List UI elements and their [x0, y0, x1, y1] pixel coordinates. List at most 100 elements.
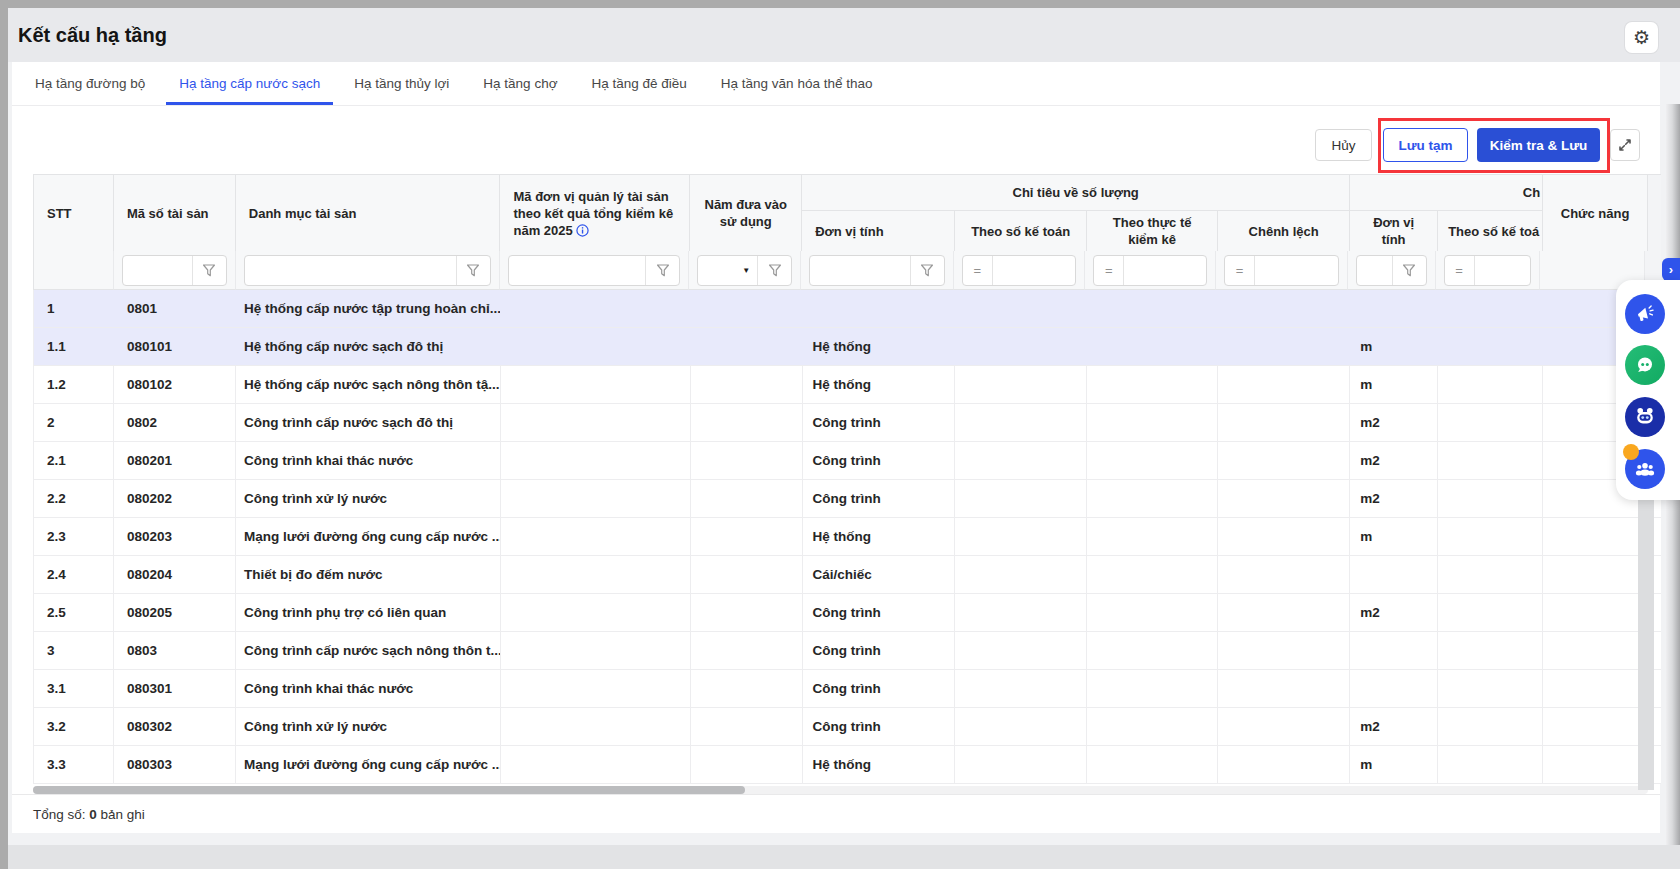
cell-unit — [803, 290, 956, 327]
cell-11 — [1543, 632, 1648, 669]
assistant-button[interactable] — [1625, 397, 1665, 437]
cell-name: Công trình xử lý nước — [236, 480, 501, 517]
cell-7 — [1087, 404, 1218, 441]
cell-7 — [1087, 480, 1218, 517]
cell-10 — [1438, 404, 1543, 441]
filter-button-9[interactable] — [1392, 256, 1426, 285]
filter-button-5[interactable] — [910, 256, 944, 285]
table-row[interactable]: 10801Hệ thống cấp nước tập trung hoàn ch… — [33, 290, 1661, 328]
table-row[interactable]: 30803Công trình cấp nước sạch nông thôn … — [33, 632, 1661, 670]
cell-unit2: m — [1350, 366, 1438, 403]
cell-8 — [1218, 670, 1350, 707]
expand-button[interactable] — [1610, 129, 1640, 161]
table-row[interactable]: 2.3080203Mạng lưới đường ống cung cấp nư… — [33, 518, 1661, 556]
filter-button-2[interactable] — [456, 256, 490, 285]
cell-11 — [1543, 518, 1648, 555]
gear-icon: ⚙ — [1633, 26, 1650, 49]
cell-6 — [955, 404, 1087, 441]
table-row[interactable]: 1.2080102Hệ thống cấp nước sạch nông thô… — [33, 366, 1661, 404]
cell-7 — [1087, 708, 1218, 745]
panda-bot-icon — [1632, 404, 1658, 430]
horizontal-scrollbar[interactable] — [33, 786, 1648, 794]
cell-7 — [1087, 556, 1218, 593]
header-filler — [1648, 175, 1661, 251]
filter-cell-7: = — [1085, 251, 1216, 290]
filter-input-7[interactable]: = — [1093, 255, 1207, 286]
filter-select-4[interactable]: ▼ — [697, 255, 792, 286]
filter-cell-0 — [34, 251, 114, 290]
filter-button-1[interactable] — [192, 256, 226, 285]
announcement-button[interactable] — [1625, 294, 1665, 334]
filter-input-3[interactable] — [508, 255, 681, 286]
table-row[interactable]: 2.2080202Công trình xử lý nướcCông trình… — [33, 480, 1661, 518]
cell-7 — [1087, 518, 1218, 555]
cell-unit2 — [1350, 670, 1438, 707]
cell-10 — [1438, 708, 1543, 745]
cell-unit: Hệ thống — [803, 328, 956, 365]
settings-button[interactable]: ⚙ — [1625, 22, 1658, 53]
tab-0[interactable]: Hạ tầng đường bộ — [18, 62, 162, 105]
save-temp-button[interactable]: Lưu tạm — [1383, 128, 1468, 162]
expand-icon — [1617, 137, 1633, 153]
horizontal-scrollbar-thumb[interactable] — [33, 786, 745, 794]
collapse-panel-button[interactable]: › — [1662, 258, 1680, 281]
cell-10 — [1438, 746, 1543, 783]
table-row[interactable]: 3.3080303Mạng lưới đường ống cung cấp nư… — [33, 746, 1661, 784]
filter-button-3[interactable] — [645, 256, 679, 285]
cell-stt: 2 — [34, 404, 114, 441]
filter-cell-2 — [236, 251, 500, 290]
table-row[interactable]: 3.1080301Công trình khai thác nướcCông t… — [33, 670, 1661, 708]
check-and-save-button[interactable]: Kiểm tra & Lưu — [1477, 128, 1600, 162]
cell-3 — [501, 632, 691, 669]
tab-3[interactable]: Hạ tầng chợ — [466, 62, 574, 105]
filter-input-1[interactable] — [122, 255, 227, 286]
tab-2[interactable]: Hạ tầng thủy lợi — [337, 62, 466, 105]
chat-button[interactable] — [1625, 345, 1665, 385]
info-icon[interactable] — [576, 224, 589, 237]
vertical-scrollbar[interactable] — [1638, 500, 1654, 790]
cancel-button[interactable]: Hủy — [1315, 129, 1372, 161]
filter-input-6[interactable]: = — [962, 255, 1077, 286]
filter-input-10[interactable]: = — [1444, 255, 1532, 286]
app-window: Kết cấu hạ tầng ⚙ Hạ tầng đường bộHạ tần… — [8, 8, 1680, 869]
tab-4[interactable]: Hạ tầng đê điều — [575, 62, 704, 105]
cell-8 — [1218, 328, 1350, 365]
cell-unit2: m — [1350, 328, 1438, 365]
table-row[interactable]: 3.2080302Công trình xử lý nướcCông trình… — [33, 708, 1661, 746]
cell-6 — [955, 556, 1087, 593]
equals-operator[interactable]: = — [963, 256, 993, 285]
cell-7 — [1087, 746, 1218, 783]
tab-5[interactable]: Hạ tầng văn hóa thể thao — [704, 62, 890, 105]
filter-input-9[interactable] — [1356, 255, 1427, 286]
cell-3 — [501, 518, 691, 555]
equals-operator[interactable]: = — [1094, 256, 1124, 285]
table-row[interactable]: 20802Công trình cấp nước sạch đô thịCông… — [33, 404, 1661, 442]
cell-name: Công trình xử lý nước — [236, 708, 501, 745]
filter-input-2[interactable] — [244, 255, 491, 286]
cell-stt: 1.2 — [34, 366, 114, 403]
megaphone-icon — [1634, 303, 1656, 325]
cell-6 — [955, 670, 1087, 707]
filter-cell-6: = — [954, 251, 1086, 290]
equals-operator[interactable]: = — [1445, 256, 1475, 285]
equals-operator[interactable]: = — [1225, 256, 1255, 285]
cell-8 — [1218, 594, 1350, 631]
total-records: Tổng số: 0 bản ghi — [33, 795, 145, 834]
filter-input-8[interactable]: = — [1224, 255, 1339, 286]
table-row[interactable]: 2.4080204Thiết bị đo đếm nướcCái/chiếc — [33, 556, 1661, 594]
table-row[interactable]: 1.1080101Hệ thống cấp nước sạch đô thịHệ… — [33, 328, 1661, 366]
cell-code: 080302 — [114, 708, 236, 745]
filter-input-5[interactable] — [809, 255, 945, 286]
cell-3 — [501, 556, 691, 593]
filter-button-4[interactable] — [757, 256, 791, 285]
cell-name: Hệ thống cấp nước sạch nông thôn tậ... — [236, 366, 501, 403]
tab-1[interactable]: Hạ tầng cấp nước sạch — [162, 62, 337, 105]
cell-10 — [1438, 290, 1543, 327]
table-row[interactable]: 2.1080201Công trình khai thác nướcCông t… — [33, 442, 1661, 480]
page-title: Kết cấu hạ tầng — [18, 8, 167, 62]
filter-cell-8: = — [1216, 251, 1348, 290]
cell-8 — [1218, 518, 1350, 555]
cell-6 — [955, 442, 1087, 479]
cell-unit2 — [1350, 290, 1438, 327]
table-row[interactable]: 2.5080205Công trình phụ trợ có liên quan… — [33, 594, 1661, 632]
